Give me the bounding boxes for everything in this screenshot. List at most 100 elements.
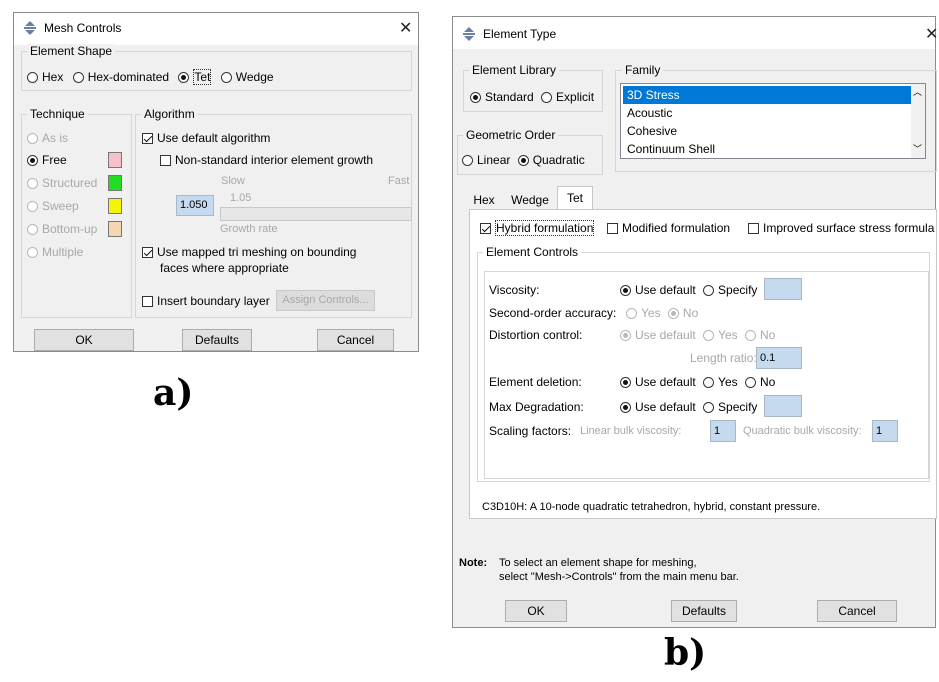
slow-label: Slow	[221, 175, 245, 187]
chevron-up-icon[interactable]: ︿	[913, 85, 922, 98]
shape-wedge-radio[interactable]: Wedge	[220, 70, 274, 84]
family-list[interactable]: 3D Stress Acoustic Cohesive Continuum Sh…	[620, 83, 926, 159]
growth-rate-slider[interactable]	[220, 207, 412, 221]
growth-rate-value[interactable]: 1.050	[176, 195, 214, 216]
free-color-swatch	[108, 152, 122, 168]
second-order-label: Second-order accuracy:	[489, 306, 617, 320]
family-scrollbar[interactable]: ︿ ﹀	[911, 84, 925, 158]
element-description: C3D10H: A 10-node quadratic tetrahedron,…	[482, 501, 821, 513]
ok-button[interactable]: OK	[34, 329, 134, 351]
caption-b: b)	[664, 632, 707, 674]
chevron-down-icon[interactable]: ﹀	[913, 142, 922, 155]
bottomup-color-swatch	[108, 221, 122, 237]
technique-multiple-radio[interactable]: Multiple	[27, 245, 83, 259]
mesh-controls-dialog: Mesh Controls ✕ Element Shape Hex Hex-do…	[13, 12, 419, 352]
family-item-cohesive[interactable]: Cohesive	[623, 122, 677, 140]
order-quadratic-radio[interactable]: Quadratic	[517, 153, 585, 167]
shape-tet-radio[interactable]: Tet	[178, 69, 212, 85]
distortion-label: Distortion control:	[489, 328, 583, 342]
shape-hex-radio[interactable]: Hex	[27, 70, 63, 84]
assign-controls-button[interactable]: Assign Controls...	[276, 290, 375, 311]
window-title: Element Type	[483, 27, 557, 41]
deletion-yes-radio[interactable]: Yes	[703, 375, 738, 389]
defaults-button[interactable]: Defaults	[671, 600, 737, 622]
distortion-no-radio[interactable]: No	[744, 328, 775, 342]
tab-hex[interactable]: Hex	[469, 189, 499, 211]
library-standard-radio[interactable]: Standard	[470, 90, 534, 104]
app-icon	[463, 27, 475, 41]
viscosity-default-radio[interactable]: Use default	[620, 283, 696, 297]
family-legend: Family	[622, 63, 664, 77]
distortion-yes-radio[interactable]: Yes	[703, 328, 738, 342]
deletion-no-radio[interactable]: No	[744, 375, 775, 389]
modified-formulation-checkbox[interactable]: Modified formulation	[607, 221, 730, 235]
tab-wedge[interactable]: Wedge	[505, 189, 555, 211]
max-degradation-label: Max Degradation:	[489, 400, 584, 414]
technique-sweep-radio[interactable]: Sweep	[27, 199, 79, 213]
family-item-acoustic[interactable]: Acoustic	[623, 104, 672, 122]
element-deletion-label: Element deletion:	[489, 375, 582, 389]
family-item-continuum-shell[interactable]: Continuum Shell	[623, 140, 715, 158]
length-ratio-field[interactable]: 0.1	[756, 347, 802, 369]
caption-a: a)	[153, 372, 194, 414]
close-icon[interactable]: ✕	[399, 18, 412, 38]
app-icon	[24, 21, 36, 35]
degradation-default-radio[interactable]: Use default	[620, 400, 696, 414]
order-linear-radio[interactable]: Linear	[462, 153, 510, 167]
tet-tab-panel: Hybrid formulation Modified formulation …	[469, 209, 937, 519]
viscosity-specify-radio[interactable]: Specify	[703, 283, 757, 297]
improved-surface-stress-checkbox[interactable]: Improved surface stress formula	[748, 221, 934, 235]
technique-bottomup-radio[interactable]: Bottom-up	[27, 222, 97, 236]
non-standard-growth-checkbox[interactable]: Non-standard interior element growth	[160, 153, 373, 167]
linear-bulk-field[interactable]: 1	[710, 420, 736, 442]
library-explicit-radio[interactable]: Explicit	[541, 90, 594, 104]
mesh-controls-titlebar: Mesh Controls ✕	[14, 13, 418, 45]
viscosity-value-field[interactable]	[764, 278, 802, 300]
mapped-tri-checkbox[interactable]: Use mapped tri meshing on bounding	[142, 245, 356, 259]
degradation-specify-radio[interactable]: Specify	[703, 400, 757, 414]
element-type-titlebar: Element Type ✕	[453, 17, 938, 49]
technique-asis-radio[interactable]: As is	[27, 131, 68, 145]
element-type-dialog: Element Type ✕ Element Library Standard …	[452, 16, 938, 628]
cancel-button[interactable]: Cancel	[817, 600, 897, 622]
degradation-value-field[interactable]	[764, 395, 802, 417]
structured-color-swatch	[108, 175, 122, 191]
quadratic-bulk-field[interactable]: 1	[872, 420, 898, 442]
defaults-button[interactable]: Defaults	[182, 329, 252, 351]
cancel-button[interactable]: Cancel	[317, 329, 394, 351]
window-title: Mesh Controls	[44, 21, 122, 35]
element-controls-group: Element Controls Viscosity: Use default …	[477, 245, 930, 482]
algorithm-legend: Algorithm	[141, 107, 198, 121]
note-line-1: To select an element shape for meshing,	[499, 557, 697, 569]
second-order-no-radio[interactable]: No	[667, 306, 698, 320]
deletion-default-radio[interactable]: Use default	[620, 375, 696, 389]
insert-boundary-checkbox[interactable]: Insert boundary layer	[142, 294, 270, 308]
technique-structured-radio[interactable]: Structured	[27, 176, 97, 190]
family-group: Family 3D Stress Acoustic Cohesive Conti…	[615, 63, 937, 172]
ok-button[interactable]: OK	[505, 600, 567, 622]
note-line-2: select "Mesh->Controls" from the main me…	[499, 571, 739, 583]
family-item-3d-stress[interactable]: 3D Stress	[622, 85, 916, 105]
viscosity-label: Viscosity:	[489, 283, 540, 297]
close-icon[interactable]: ✕	[925, 24, 938, 44]
linear-bulk-label: Linear bulk viscosity:	[580, 425, 682, 437]
use-default-algorithm-checkbox[interactable]: Use default algorithm	[142, 131, 270, 145]
technique-free-radio[interactable]: Free	[27, 153, 67, 167]
length-ratio-label: Length ratio:	[690, 351, 757, 365]
tab-tet[interactable]: Tet	[557, 186, 593, 211]
fast-label: Fast	[388, 175, 410, 187]
quadratic-bulk-label: Quadratic bulk viscosity:	[743, 425, 862, 437]
element-shape-group: Element Shape Hex Hex-dominated Tet Wedg…	[21, 44, 412, 91]
note-label: Note:	[459, 557, 488, 569]
order-legend: Geometric Order	[463, 128, 559, 142]
distortion-default-radio[interactable]: Use default	[620, 328, 696, 342]
element-shape-legend: Element Shape	[27, 44, 116, 58]
hybrid-formulation-checkbox[interactable]: Hybrid formulation	[480, 220, 595, 236]
algorithm-group: Algorithm Use default algorithm Non-stan…	[135, 107, 412, 318]
technique-group: Technique As is Free Structured Sweep Bo…	[21, 107, 132, 318]
second-order-yes-radio[interactable]: Yes	[626, 306, 661, 320]
scaling-label: Scaling factors:	[489, 424, 572, 438]
sweep-color-swatch	[108, 198, 122, 214]
shape-hexdom-radio[interactable]: Hex-dominated	[72, 70, 169, 84]
growth-rate-label: Growth rate	[220, 223, 278, 235]
